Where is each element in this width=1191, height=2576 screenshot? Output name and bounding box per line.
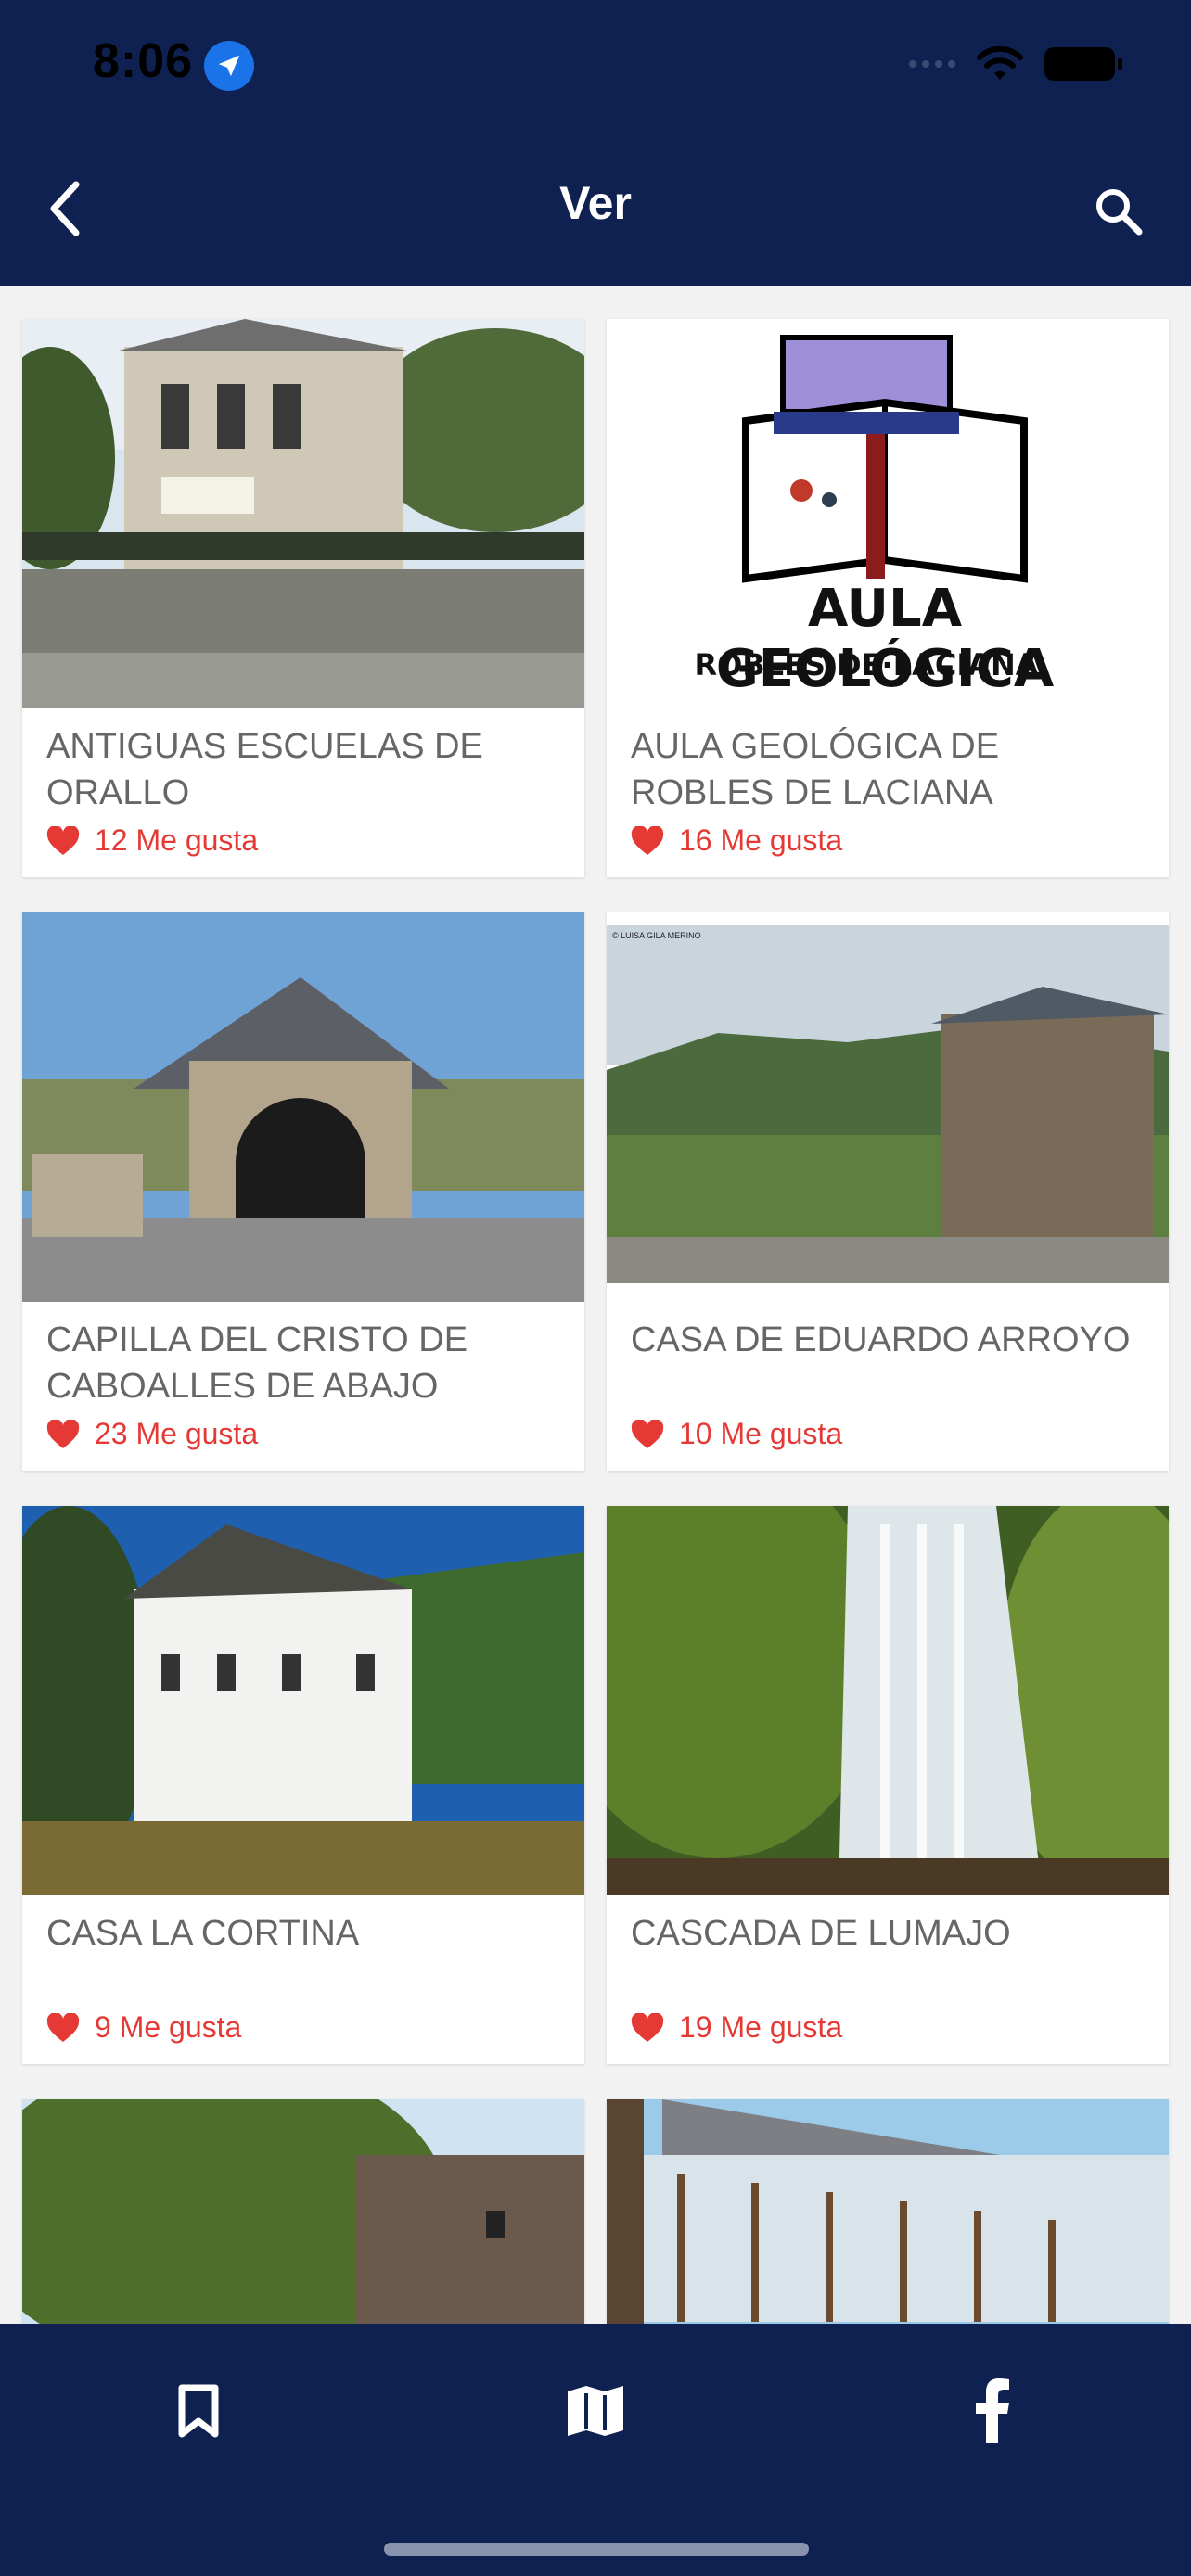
bottom-nav [0, 2324, 1191, 2576]
place-image: AULA GEOLÓGICA ROBLES·DE·LACIANA [607, 319, 1169, 708]
place-card[interactable] [22, 2099, 584, 2340]
place-card[interactable]: © LUISA GILA MERINO CASA DE EDUARDO ARRO… [607, 912, 1169, 1471]
status-bar: 8:06 [0, 0, 1191, 139]
place-card[interactable]: CAPILLA DEL CRISTO DE CABOALLES DE ABAJO… [22, 912, 584, 1471]
place-image: © LUISA GILA MERINO [607, 912, 1169, 1302]
place-card[interactable] [607, 2099, 1169, 2340]
status-indicators [909, 46, 1122, 82]
location-arrow-icon [204, 41, 254, 91]
place-title: CASA DE EDUARDO ARROYO [631, 1320, 1131, 1359]
place-image [22, 1506, 584, 1895]
nav-map[interactable] [558, 2374, 633, 2448]
likes-count[interactable]: 9 Me gusta [46, 2010, 241, 2045]
place-card[interactable]: CASCADA DE LUMAJO 19 Me gusta [607, 1506, 1169, 2064]
heart-icon [631, 1419, 664, 1448]
battery-icon [1044, 47, 1122, 81]
home-indicator [384, 2543, 809, 2556]
place-title: CASCADA DE LUMAJO [631, 1914, 1011, 1953]
heart-icon [46, 2012, 80, 2042]
likes-count[interactable]: 23 Me gusta [46, 1417, 258, 1451]
place-card[interactable]: ANTIGUAS ESCUELAS DE ORALLO 12 Me gusta [22, 319, 584, 877]
place-title: ANTIGUAS ESCUELAS DE ORALLO [46, 727, 483, 812]
nav-bookmarks[interactable] [161, 2374, 236, 2448]
likes-label: 23 Me gusta [95, 1417, 259, 1450]
status-time: 8:06 [93, 34, 194, 88]
bookmark-icon [178, 2384, 219, 2438]
search-icon [1096, 189, 1143, 236]
top-bar: 8:06 Ver [0, 0, 1191, 286]
place-card[interactable]: CASA LA CORTINA 9 Me gusta [22, 1506, 584, 2064]
map-icon [568, 2386, 623, 2436]
likes-count[interactable]: 12 Me gusta [46, 823, 258, 858]
place-title: AULA GEOLÓGICA DE ROBLES DE LACIANA [631, 727, 1000, 812]
page-title: Ver [559, 177, 632, 229]
likes-count[interactable]: 16 Me gusta [631, 823, 842, 858]
likes-label: 10 Me gusta [679, 1417, 843, 1450]
place-image [22, 2099, 584, 2340]
facebook-icon [976, 2378, 1009, 2443]
place-title: CAPILLA DEL CRISTO DE CABOALLES DE ABAJO [46, 1320, 468, 1406]
likes-count[interactable]: 19 Me gusta [631, 2010, 842, 2045]
likes-label: 16 Me gusta [679, 823, 843, 857]
place-title: CASA LA CORTINA [46, 1914, 360, 1953]
likes-count[interactable]: 10 Me gusta [631, 1417, 842, 1451]
place-image [607, 1506, 1169, 1895]
heart-icon [631, 825, 664, 855]
heart-icon [46, 1419, 80, 1448]
signal-icon [909, 60, 955, 68]
heart-icon [46, 825, 80, 855]
likes-label: 19 Me gusta [679, 2010, 843, 2044]
place-image [22, 912, 584, 1302]
nav-facebook[interactable] [955, 2374, 1030, 2448]
place-card[interactable]: AULA GEOLÓGICA ROBLES·DE·LACIANA AULA GE… [607, 319, 1169, 877]
place-image [607, 2099, 1169, 2340]
wifi-icon [977, 46, 1023, 80]
logo-text-bottom: ROBLES·DE·LACIANA [694, 647, 1039, 682]
search-button[interactable] [1083, 176, 1154, 247]
image-watermark: © LUISA GILA MERINO [612, 931, 701, 940]
likes-label: 12 Me gusta [95, 823, 259, 857]
likes-label: 9 Me gusta [95, 2010, 242, 2044]
place-image [22, 319, 584, 708]
heart-icon [631, 2012, 664, 2042]
places-grid: ANTIGUAS ESCUELAS DE ORALLO 12 Me gusta … [22, 319, 1169, 2340]
